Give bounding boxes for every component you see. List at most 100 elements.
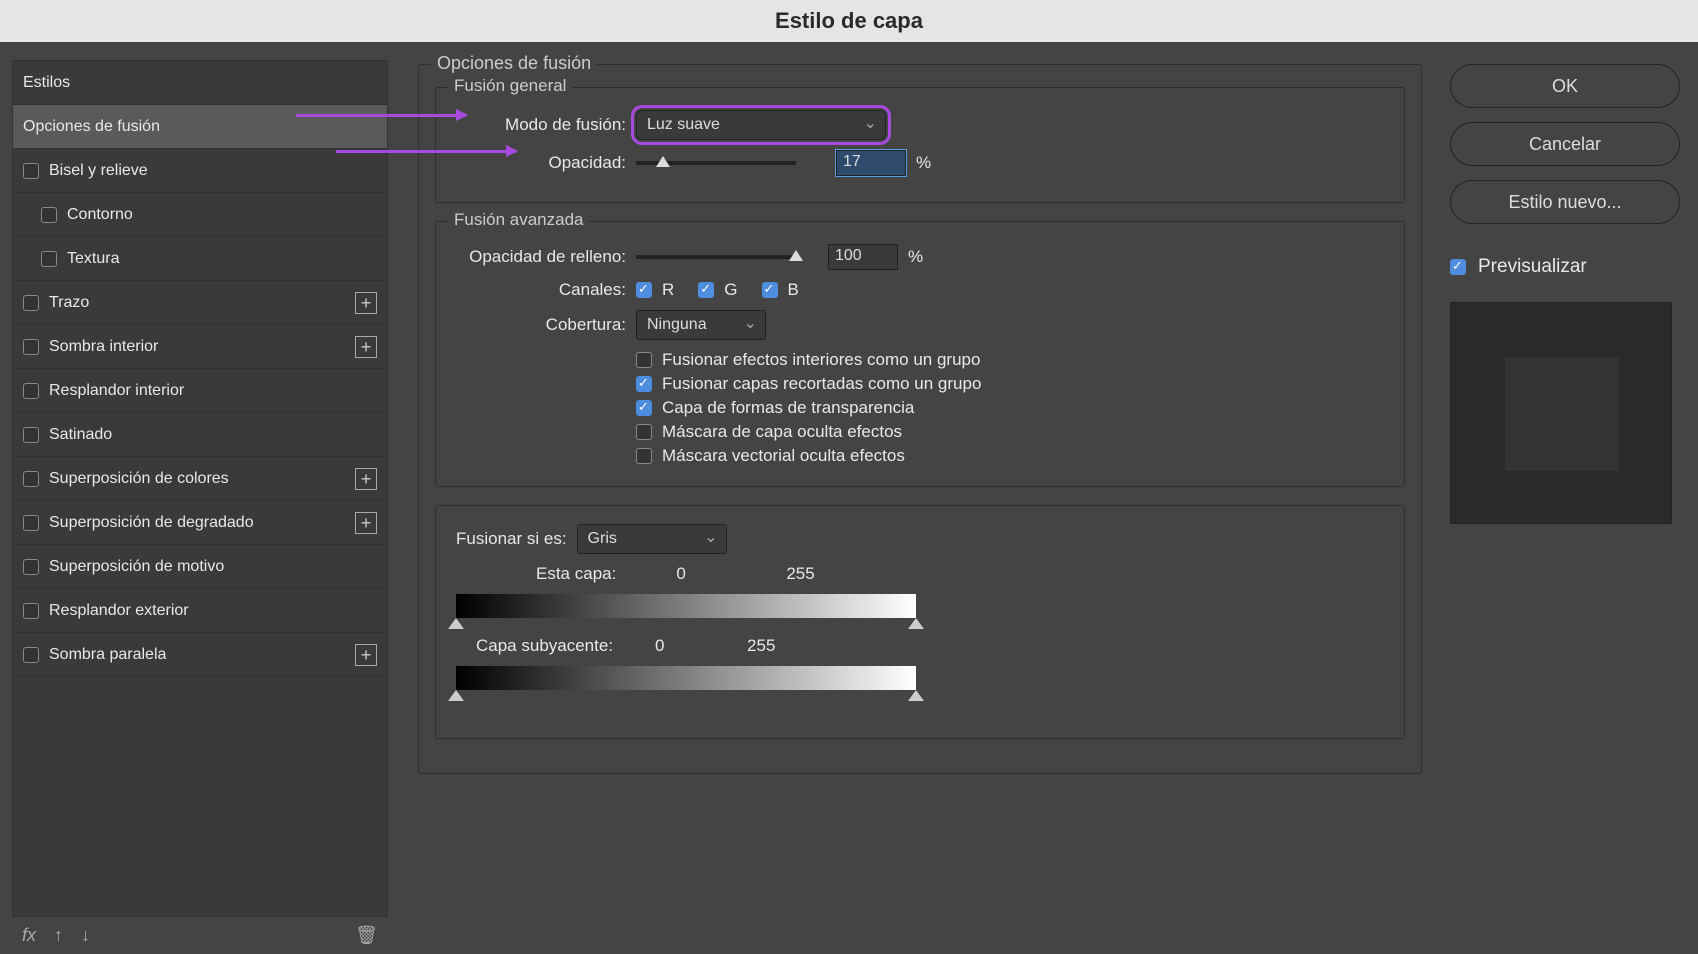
move-up-icon[interactable]: ↑ — [54, 925, 63, 946]
adv-opt-checkbox-3[interactable] — [636, 424, 652, 440]
style-item-label: Trazo — [49, 294, 89, 312]
style-item-checkbox[interactable] — [23, 603, 39, 619]
channel-r-label: R — [662, 280, 674, 300]
style-item-label: Superposición de motivo — [49, 558, 224, 576]
coverage-select[interactable]: Ninguna — [636, 310, 766, 340]
channel-g-label: G — [724, 280, 737, 300]
opacity-input[interactable]: 17 — [836, 150, 906, 176]
under-layer-hi: 255 — [747, 636, 775, 656]
this-layer-label: Esta capa: — [536, 564, 616, 584]
style-item-6[interactable]: Resplandor interior — [13, 369, 387, 413]
blendif-select[interactable]: Gris — [577, 524, 727, 554]
style-item-checkbox[interactable] — [41, 251, 57, 267]
style-item-8[interactable]: Superposición de colores + — [13, 457, 387, 501]
advanced-blending-legend: Fusión avanzada — [448, 210, 589, 230]
style-item-label: Sombra interior — [49, 338, 158, 356]
style-item-9[interactable]: Superposición de degradado + — [13, 501, 387, 545]
style-item-7[interactable]: Satinado — [13, 413, 387, 457]
style-item-checkbox[interactable] — [23, 427, 39, 443]
fx-menu-icon[interactable]: fx — [22, 925, 36, 946]
style-item-2[interactable]: Contorno — [13, 193, 387, 237]
dialog-buttons: OK Cancelar Estilo nuevo... Previsualiza… — [1450, 64, 1680, 932]
style-item-checkbox[interactable] — [23, 163, 39, 179]
channel-r-checkbox[interactable] — [636, 282, 652, 298]
adv-opt-checkbox-2[interactable] — [636, 400, 652, 416]
blend-mode-label: Modo de fusión: — [486, 115, 626, 135]
blend-mode-select[interactable]: Luz suave — [636, 110, 886, 140]
styles-sidebar: Estilos Opciones de fusión Bisel y reliev… — [0, 42, 400, 954]
annotation-arrow-blendmode — [296, 114, 466, 117]
channels-label: Canales: — [456, 280, 626, 300]
style-item-checkbox[interactable] — [23, 559, 39, 575]
style-item-checkbox[interactable] — [23, 647, 39, 663]
channel-g-checkbox[interactable] — [698, 282, 714, 298]
coverage-value: Ninguna — [647, 316, 707, 334]
preview-label: Previsualizar — [1478, 256, 1587, 278]
style-item-4[interactable]: Trazo + — [13, 281, 387, 325]
style-item-checkbox[interactable] — [23, 515, 39, 531]
move-down-icon[interactable]: ↓ — [81, 925, 90, 946]
this-layer-hi: 255 — [786, 564, 814, 584]
general-blending-legend: Fusión general — [448, 76, 572, 96]
trash-icon[interactable]: 🗑 — [355, 925, 378, 946]
blend-if-group: Fusionar si es: Gris Esta capa: 0 255 — [435, 505, 1405, 739]
fill-opacity-slider[interactable] — [636, 255, 796, 259]
adv-opt-label-1: Fusionar capas recortadas como un grupo — [662, 374, 981, 394]
preview-swatch — [1450, 302, 1672, 524]
style-item-checkbox[interactable] — [23, 295, 39, 311]
style-item-checkbox[interactable] — [41, 207, 57, 223]
style-item-label: Opciones de fusión — [23, 118, 160, 136]
new-style-button[interactable]: Estilo nuevo... — [1450, 180, 1680, 224]
style-item-label: Contorno — [67, 206, 133, 224]
fill-opacity-input[interactable]: 100 — [828, 244, 898, 270]
add-effect-icon[interactable]: + — [355, 644, 377, 666]
style-item-label: Superposición de colores — [49, 470, 229, 488]
blendif-value: Gris — [588, 530, 617, 548]
cancel-button[interactable]: Cancelar — [1450, 122, 1680, 166]
ok-button[interactable]: OK — [1450, 64, 1680, 108]
add-effect-icon[interactable]: + — [355, 336, 377, 358]
style-item-label: Sombra paralela — [49, 646, 166, 664]
style-item-checkbox[interactable] — [23, 471, 39, 487]
style-item-10[interactable]: Superposición de motivo — [13, 545, 387, 589]
adv-opt-checkbox-1[interactable] — [636, 376, 652, 392]
style-item-3[interactable]: Textura — [13, 237, 387, 281]
percent-label: % — [916, 153, 931, 173]
style-item-checkbox[interactable] — [23, 339, 39, 355]
percent-label-2: % — [908, 247, 923, 267]
style-item-label: Textura — [67, 250, 119, 268]
style-item-label: Superposición de degradado — [49, 514, 254, 532]
channel-b-label: B — [788, 280, 799, 300]
this-layer-gradient[interactable] — [456, 594, 916, 618]
general-blending-group: Fusión general Modo de fusión: Luz suave — [435, 87, 1405, 203]
this-layer-lo: 0 — [676, 564, 726, 584]
style-item-11[interactable]: Resplandor exterior — [13, 589, 387, 633]
adv-opt-checkbox-4[interactable] — [636, 448, 652, 464]
advanced-blending-group: Fusión avanzada Opacidad de relleno: 100… — [435, 221, 1405, 487]
sidebar-footer: fx ↑ ↓ 🗑 — [12, 917, 388, 954]
annotation-arrow-opacity — [336, 150, 516, 153]
style-item-0[interactable]: Opciones de fusión — [13, 105, 387, 149]
style-item-1[interactable]: Bisel y relieve — [13, 149, 387, 193]
blending-options-fieldset: Opciones de fusión Fusión general Modo d… — [418, 64, 1422, 774]
window-title: Estilo de capa — [775, 8, 923, 34]
style-item-checkbox[interactable] — [23, 383, 39, 399]
fill-opacity-label: Opacidad de relleno: — [456, 247, 626, 267]
styles-header[interactable]: Estilos — [13, 61, 387, 105]
add-effect-icon[interactable]: + — [355, 292, 377, 314]
add-effect-icon[interactable]: + — [355, 512, 377, 534]
under-layer-lo: 0 — [655, 636, 705, 656]
style-item-12[interactable]: Sombra paralela + — [13, 633, 387, 677]
under-layer-gradient[interactable] — [456, 666, 916, 690]
blend-mode-value: Luz suave — [647, 116, 720, 134]
add-effect-icon[interactable]: + — [355, 468, 377, 490]
adv-opt-checkbox-0[interactable] — [636, 352, 652, 368]
blending-options-legend: Opciones de fusión — [431, 53, 597, 74]
channel-b-checkbox[interactable] — [762, 282, 778, 298]
coverage-label: Cobertura: — [456, 315, 626, 335]
adv-opt-label-0: Fusionar efectos interiores como un grup… — [662, 350, 980, 370]
style-item-label: Satinado — [49, 426, 112, 444]
preview-checkbox[interactable] — [1450, 259, 1466, 275]
opacity-slider[interactable] — [636, 161, 796, 165]
style-item-5[interactable]: Sombra interior + — [13, 325, 387, 369]
